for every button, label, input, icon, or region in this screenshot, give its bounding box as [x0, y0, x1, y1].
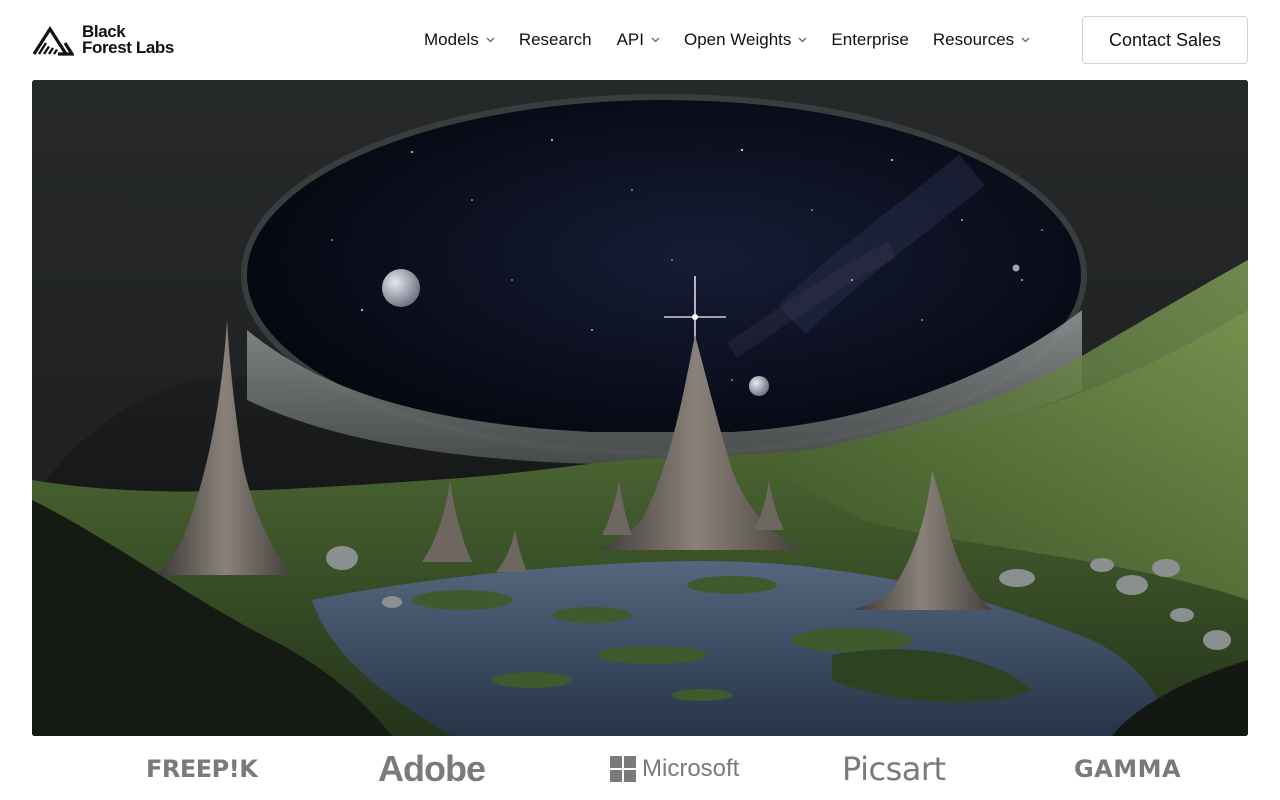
planet-large	[382, 269, 420, 307]
chevron-down-icon	[798, 37, 807, 43]
nav-item-label: Enterprise	[831, 30, 909, 49]
partner-logo-text: Adobe	[378, 748, 486, 789]
nav-item-research[interactable]: Research	[519, 30, 592, 50]
nav-item-api[interactable]: API	[617, 30, 660, 50]
nav-item-label: Resources	[932, 30, 1015, 49]
nav-item-open-weights[interactable]: Open Weights	[684, 30, 807, 50]
brand-logo-link[interactable]: Black Forest Labs	[32, 23, 174, 56]
gamma-logo: GAMMA	[1074, 752, 1181, 786]
partner-logo-text: GAMMA	[1074, 755, 1182, 783]
picsart-logo: Picsart	[842, 750, 946, 788]
windows-grid-icon	[610, 756, 636, 782]
brand-name: Black Forest Labs	[82, 23, 174, 57]
main-nav: Models Research API Open Weights Enterpr…	[424, 28, 1030, 52]
nav-item-label: API	[616, 30, 644, 49]
site-header: Black Forest Labs Models Research API Op…	[0, 0, 1280, 80]
microsoft-logo: Microsoft	[610, 752, 739, 786]
nav-item-resources[interactable]: Resources	[933, 30, 1030, 50]
contact-sales-button[interactable]: Contact Sales	[1082, 16, 1248, 64]
partner-logo-text: FREEP!K	[146, 755, 258, 783]
brand-name-line2: Forest Labs	[82, 37, 174, 57]
hero-illustration	[32, 80, 1248, 736]
planet-tiny	[1012, 264, 1020, 272]
planet-small	[749, 376, 769, 396]
nav-item-label: Open Weights	[683, 30, 792, 49]
nav-item-enterprise[interactable]: Enterprise	[831, 30, 908, 50]
nav-item-label: Research	[518, 30, 592, 49]
hero-image	[32, 80, 1248, 736]
adobe-logo: Adobe	[378, 748, 486, 789]
nav-item-label: Models	[424, 30, 479, 49]
triangle-stripes-logo-icon	[32, 26, 74, 56]
nav-item-models[interactable]: Models	[424, 30, 495, 50]
chevron-down-icon	[651, 37, 660, 43]
partner-logo-text: Picsart	[842, 750, 946, 788]
partner-logo-text: Microsoft	[642, 755, 740, 782]
freepik-logo: FREEP!K	[146, 752, 258, 786]
partner-logos: FREEP!K Adobe Microsoft Picsart GAMMA	[0, 740, 1280, 800]
chevron-down-icon	[1021, 37, 1030, 43]
chevron-down-icon	[486, 37, 495, 43]
